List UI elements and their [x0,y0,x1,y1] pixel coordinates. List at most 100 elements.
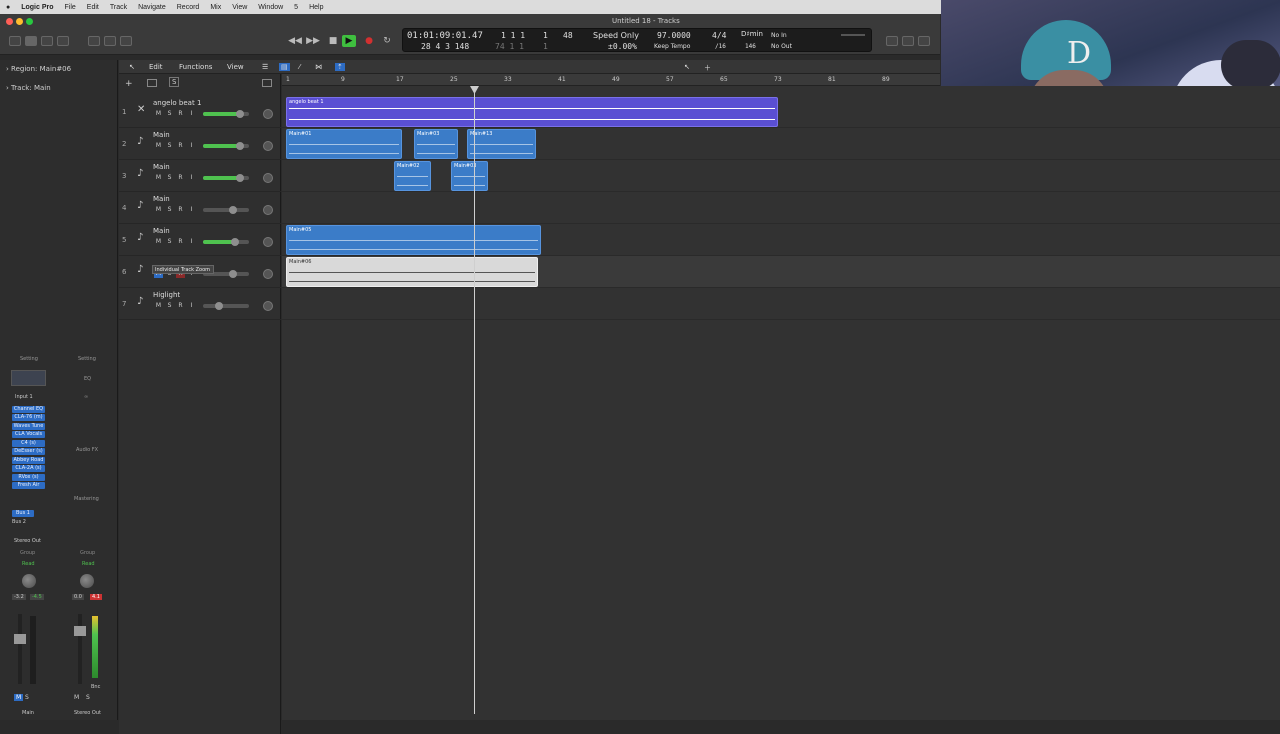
pointer-tool-icon[interactable]: ↖ [684,63,690,71]
solo-button[interactable]: S [165,238,174,246]
flex-icon[interactable]: ⋈ [315,63,322,71]
input-monitor-button[interactable]: I [187,174,196,182]
record-enable-button[interactable]: R [176,238,185,246]
arrange-area[interactable]: angelo beat 1 Main#01 Main#03 Main#13 Ma… [282,86,1280,720]
region-main-03b[interactable]: Main#03 [451,161,488,191]
volume-slider[interactable] [203,238,249,246]
play-button[interactable]: ▶ [342,35,356,47]
volume-slider[interactable] [203,302,249,310]
solo-button[interactable]: S [165,174,174,182]
output-slot[interactable]: Stereo Out [14,538,41,544]
global-solo-button[interactable]: S [169,77,180,87]
library-button[interactable] [9,36,21,46]
stop-button[interactable]: ■ [326,35,340,47]
pan-knob-1[interactable] [22,574,36,588]
eq-label[interactable]: EQ [84,376,91,382]
input-monitor-button[interactable]: I [187,142,196,150]
menu-help[interactable]: Help [309,4,323,11]
menu-record[interactable]: Record [177,4,200,11]
master-volume-slider[interactable] [841,34,865,36]
track-row[interactable]: 1 ✕ angelo beat 1 MSRI [119,96,281,128]
region-inspector[interactable]: › Region: Main#06 [6,65,71,73]
pan-knob[interactable] [263,141,273,151]
list-editors-button[interactable] [886,36,898,46]
input-monitor-button[interactable]: I [187,206,196,214]
solo-button-1[interactable]: S [25,694,29,701]
region-main-02[interactable]: Main#02 [394,161,431,191]
track-row[interactable]: 5 ♪ Main M S R I [119,224,281,256]
pan-knob[interactable] [263,269,273,279]
mute-button[interactable]: M [154,142,163,150]
volume-fader-2[interactable] [74,626,86,636]
cycle-button[interactable]: ↻ [380,35,394,47]
mute-button-1[interactable]: M [14,694,24,701]
apple-icon[interactable]: ● [6,4,10,11]
pan-knob[interactable] [263,109,273,119]
plugin-slot[interactable]: Fresh Air [12,482,45,489]
lcd-display[interactable]: 01:01:09:01.47 1 1 1 1 28 4 3 148 74 1 1… [402,28,872,52]
mute-button-2[interactable]: M [74,694,79,701]
audio-fx-label[interactable]: Audio FX [76,447,98,453]
waveform-zoom-icon[interactable]: ▤ [279,63,290,71]
menu-5[interactable]: 5 [294,4,298,11]
pan-knob-2[interactable] [80,574,94,588]
plugin-slot[interactable]: Waves Tune [12,423,45,430]
plugin-slot[interactable]: CLA-2A (s) [12,465,45,472]
region-main-13[interactable]: Main#13 [467,129,536,159]
menu-view[interactable]: View [232,4,247,11]
notepad-button[interactable] [902,36,914,46]
track-inspector[interactable]: › Track: Main [6,84,51,92]
region-main-05[interactable]: Main#05 [286,225,541,255]
pan-knob[interactable] [263,205,273,215]
track-name[interactable]: Main [153,163,170,171]
volume-knob[interactable] [231,238,239,246]
inspector-button[interactable] [25,36,37,46]
volume-fader-1[interactable] [14,634,26,644]
track-row[interactable]: 7 ♪ Higlight M S R I [119,288,281,320]
mastering-label[interactable]: Mastering [74,496,99,502]
bounce-button[interactable]: Bnc [91,684,100,690]
input-slot[interactable]: Input 1 [15,394,33,400]
minimize-window-button[interactable] [16,18,23,25]
solo-button[interactable]: S [165,302,174,310]
track-row[interactable]: 2 ♪ Main M S R I [119,128,281,160]
pan-knob[interactable] [263,301,273,311]
plugin-slot[interactable]: RVox (s) [12,474,45,481]
volume-knob[interactable] [236,110,244,118]
edit-menu[interactable]: Edit [149,63,163,71]
plugin-slot[interactable]: DeEsser (s) [12,448,45,455]
plugin-slot[interactable]: CLA Vocals [12,431,45,438]
menu-mix[interactable]: Mix [210,4,221,11]
link-icon[interactable]: ∞ [84,394,88,400]
menu-app[interactable]: Logic Pro [21,4,53,11]
mute-button[interactable]: M [154,174,163,182]
setting-button-2[interactable]: Setting [78,356,96,362]
track-name[interactable]: Main [153,195,170,203]
track-name[interactable]: Higlight [153,291,180,299]
volume-knob[interactable] [229,270,237,278]
volume-slider[interactable] [203,110,249,118]
record-button[interactable]: ● [362,35,376,47]
plugin-slot[interactable]: C4 (s) [12,440,45,447]
menu-file[interactable]: File [65,4,76,11]
group-slot-1[interactable]: Group [20,550,35,556]
volume-knob[interactable] [215,302,223,310]
setting-button-1[interactable]: Setting [20,356,38,362]
group-slot-2[interactable]: Group [80,550,95,556]
menu-window[interactable]: Window [258,4,283,11]
mute-button[interactable]: M [154,110,163,118]
solo-button[interactable]: S [165,142,174,150]
record-enable-button[interactable]: R [176,302,185,310]
smart-controls-button[interactable] [88,36,100,46]
volume-knob[interactable] [229,206,237,214]
region-main-03[interactable]: Main#03 [414,129,458,159]
forward-button[interactable]: ▶▶ [306,35,320,47]
record-enable-button[interactable]: R [176,206,185,214]
menu-edit[interactable]: Edit [87,4,99,11]
playhead[interactable] [474,86,475,714]
loop-browser-button[interactable] [918,36,930,46]
mute-button[interactable]: M [154,238,163,246]
volume-slider[interactable] [203,142,249,150]
track-name[interactable]: Main [153,131,170,139]
automation-mode-2[interactable]: Read [82,561,95,567]
